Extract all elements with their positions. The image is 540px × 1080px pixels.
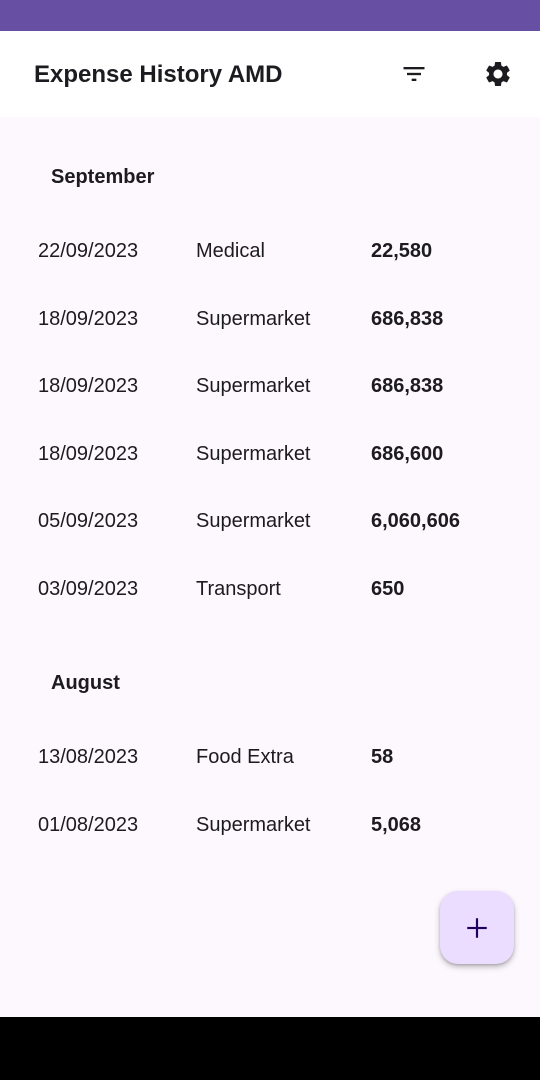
expense-category: Supermarket [196,308,311,330]
expense-category: Supermarket [196,443,311,465]
expense-amount: 686,600 [371,443,444,465]
expense-row[interactable]: 18/09/2023 Supermarket 686,838 [0,291,540,347]
expense-row[interactable]: 03/09/2023 Transport 650 [0,561,540,617]
expense-category: Supermarket [196,814,311,836]
expense-date: 18/09/2023 [38,375,139,397]
expense-category: Food Extra [196,746,294,768]
gear-icon [486,62,510,86]
expense-row[interactable]: 22/09/2023 Medical 22,580 [0,223,540,279]
expense-category: Medical [196,240,265,262]
top-app-bar: Expense History AMD [0,31,540,117]
page-title: Expense History AMD [34,61,283,88]
expense-date: 22/09/2023 [38,240,139,262]
expense-category: Transport [196,578,281,600]
filter-button[interactable] [390,50,438,98]
expense-amount: 58 [371,746,394,768]
expense-amount: 686,838 [371,375,444,397]
expense-amount: 650 [371,578,405,600]
plus-icon [467,917,487,938]
expense-date: 05/09/2023 [38,510,139,532]
month-header-august: August [51,672,120,694]
expense-row[interactable]: 13/08/2023 Food Extra 58 [0,729,540,785]
expense-row[interactable]: 18/09/2023 Supermarket 686,600 [0,426,540,482]
filter-list-icon [403,67,425,81]
expense-amount: 5,068 [371,814,422,836]
expense-amount: 6,060,606 [371,510,460,532]
month-header-september: September [51,166,155,188]
expense-category: Supermarket [196,375,311,397]
expense-row[interactable]: 01/08/2023 Supermarket 5,068 [0,797,540,853]
expense-date: 13/08/2023 [38,746,139,768]
expense-amount: 22,580 [371,240,433,262]
expense-date: 18/09/2023 [38,443,139,465]
expense-date: 01/08/2023 [38,814,139,836]
status-bar [0,0,540,31]
expense-category: Supermarket [196,510,311,532]
system-navigation-bar [0,1017,540,1080]
expense-row[interactable]: 05/09/2023 Supermarket 6,060,606 [0,493,540,549]
expense-row[interactable]: 18/09/2023 Supermarket 686,838 [0,358,540,414]
settings-button[interactable] [474,50,522,98]
expense-amount: 686,838 [371,308,444,330]
add-expense-button[interactable] [440,891,514,964]
expense-date: 03/09/2023 [38,578,139,600]
expense-list: September 22/09/2023 Medical 22,580 18/0… [0,117,540,1017]
expense-date: 18/09/2023 [38,308,139,330]
